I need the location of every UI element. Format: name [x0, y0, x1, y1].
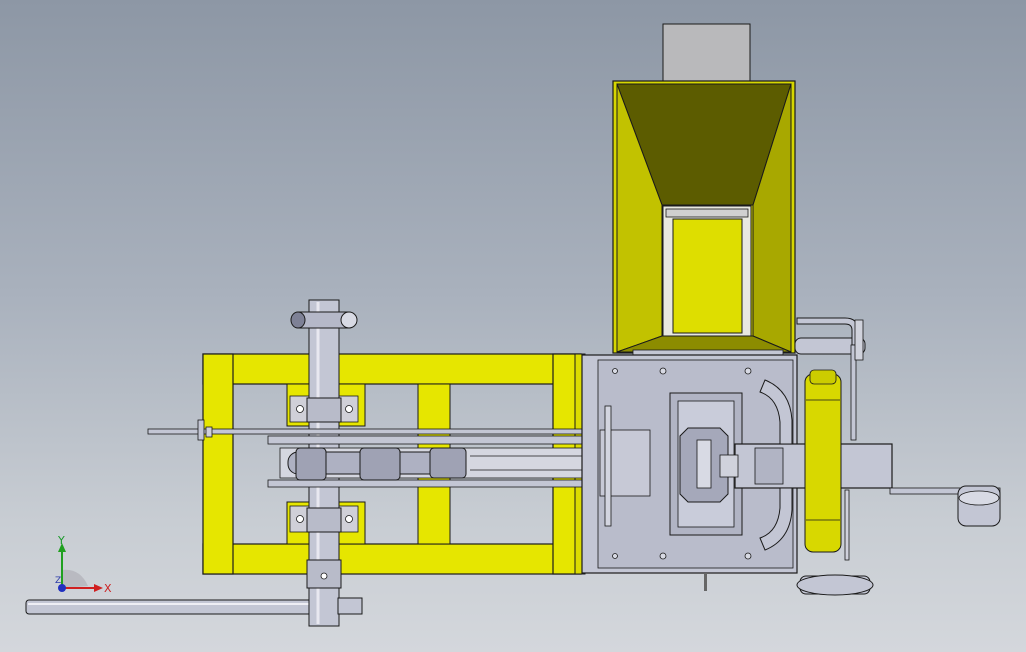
ram-slot [719, 454, 739, 478]
motor-lower-bar [844, 489, 850, 561]
frame-top-rail [202, 353, 582, 385]
motor-cylinder [804, 373, 842, 553]
press-bolt [659, 552, 667, 560]
push-rod-stop [205, 426, 213, 438]
hopper-outlet [672, 218, 743, 334]
chain-roller [295, 447, 327, 481]
hopper-outlet-rim [665, 208, 749, 218]
right-arm[interactable] [889, 485, 1001, 527]
triad-z-label: Z [55, 576, 61, 586]
guide-post [604, 405, 612, 527]
triad-x-label: X [104, 582, 112, 595]
frame-bottom-rail [202, 543, 582, 575]
cad-graphics-viewport[interactable]: Y X Z [0, 0, 1026, 652]
chain-rail-top [267, 435, 599, 445]
press-bolt [612, 553, 618, 559]
bolt-hole [296, 515, 304, 523]
hopper[interactable] [612, 23, 796, 356]
chain-roller [429, 447, 467, 479]
motor-cap-top [809, 369, 837, 385]
triad-x-arrow [94, 584, 103, 592]
shaft-tee [337, 597, 363, 615]
hopper-base-strip [632, 349, 784, 356]
press-bolt [744, 552, 752, 560]
ram-block [754, 447, 784, 485]
crank-handle-end [340, 311, 358, 329]
hopper-top-block [662, 23, 751, 83]
frame-left-rail [202, 353, 234, 575]
chain-roller [359, 447, 401, 481]
push-rod-bracket [197, 419, 205, 441]
bolt-hole [296, 405, 304, 413]
press-bolt [744, 367, 752, 375]
push-rod-bar [147, 428, 619, 435]
bolt-hole [345, 405, 353, 413]
press-bolt [612, 368, 618, 374]
press-bolt [659, 367, 667, 375]
shaft-collar [306, 507, 342, 533]
motor-base-wheel [796, 574, 874, 596]
right-wheel-face [958, 490, 1000, 506]
die-slot [696, 439, 712, 489]
shaft-collar [306, 397, 342, 423]
bolt-hole [345, 515, 353, 523]
coordinate-triad: Y X Z [55, 534, 112, 595]
triad-z-arc [62, 569, 88, 588]
shaft-pin [320, 572, 328, 580]
chain-rail-bottom [267, 479, 599, 488]
crank-handle-end-left [290, 311, 306, 329]
assembly-drawing[interactable]: Y X Z [0, 0, 1026, 652]
motor-rod-cap [854, 319, 864, 361]
triad-y-label: Y [57, 534, 65, 547]
press-foot-pin [704, 573, 707, 591]
